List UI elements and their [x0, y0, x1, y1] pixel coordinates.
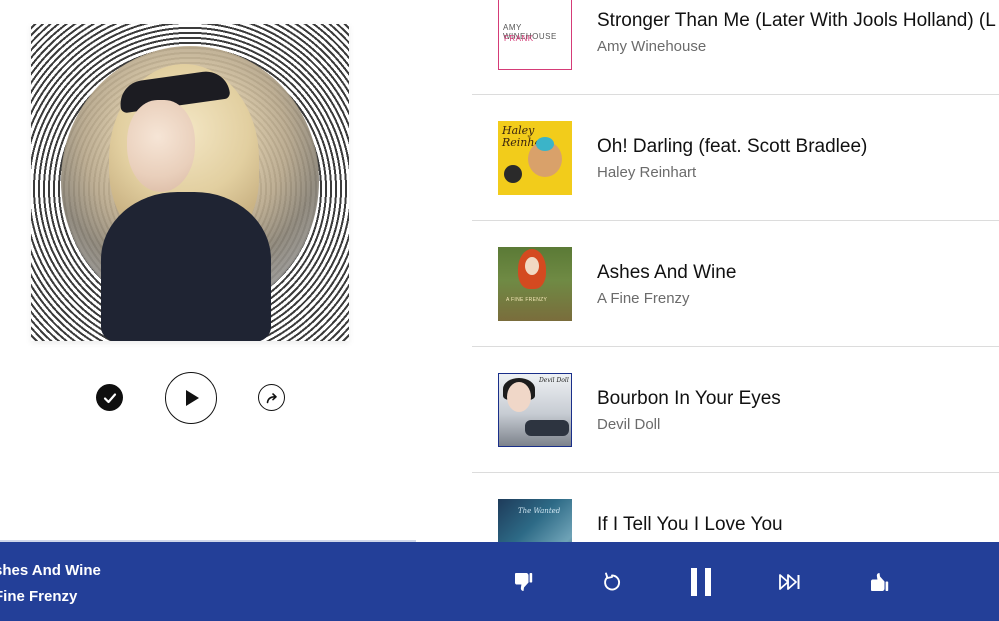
track-title: Stronger Than Me (Later With Jools Holla… — [597, 10, 996, 31]
track-thumbnail: The Wanted — [498, 499, 572, 542]
share-button[interactable] — [258, 384, 285, 411]
share-icon — [266, 392, 277, 403]
album-art-clothing — [101, 192, 271, 341]
added-to-library-button[interactable] — [96, 384, 123, 411]
track-thumbnail: AMY WINEHOUSE FRANK — [498, 0, 572, 70]
now-playing-bar: shes And Wine Fine Frenzy — [0, 542, 999, 621]
skip-next-icon — [779, 574, 800, 590]
track-thumbnail: A FINE FRENZY — [498, 247, 572, 321]
play-button[interactable] — [165, 372, 217, 424]
skip-next-button[interactable] — [777, 570, 803, 594]
track-row[interactable]: The Wanted If I Tell You I Love You — [472, 473, 999, 542]
thumbnail-shape — [504, 165, 522, 183]
thumbs-up-icon — [870, 573, 889, 591]
checkmark-icon — [103, 392, 116, 403]
play-icon — [186, 390, 199, 406]
thumbnail-text: Devil Doll — [539, 377, 569, 384]
replay-button[interactable] — [600, 570, 624, 594]
track-title: Ashes And Wine — [597, 262, 737, 283]
pause-button[interactable] — [686, 566, 716, 598]
thumbs-down-icon — [514, 573, 533, 591]
thumbs-down-button[interactable] — [511, 570, 535, 594]
thumbnail-text: A FINE FRENZY — [506, 297, 548, 303]
track-artist: A Fine Frenzy — [597, 290, 690, 307]
track-row[interactable]: Haley Reinhart Oh! Darling (feat. Scott B… — [472, 95, 999, 221]
track-artist: Haley Reinhart — [597, 164, 697, 181]
track-artist: Devil Doll — [597, 416, 661, 433]
track-artist: Amy Winehouse — [597, 38, 707, 55]
track-list: AMY WINEHOUSE FRANK Stronger Than Me (Lat… — [472, 0, 999, 542]
now-playing-artist[interactable]: Fine Frenzy — [0, 588, 77, 605]
pause-icon — [691, 568, 711, 596]
thumbnail-shape — [536, 137, 554, 151]
track-row[interactable]: A FINE FRENZY Ashes And Wine A Fine Fren… — [472, 221, 999, 347]
thumbnail-shape — [525, 420, 569, 436]
now-playing-title[interactable]: shes And Wine — [0, 562, 101, 579]
thumbnail-subtext: FRANK — [504, 34, 534, 43]
thumbnail-shape — [525, 257, 539, 275]
track-title: If I Tell You I Love You — [597, 514, 783, 535]
album-art-face — [127, 100, 195, 192]
track-title: Bourbon In Your Eyes — [597, 388, 781, 409]
replay-icon — [604, 572, 621, 591]
track-title: Oh! Darling (feat. Scott Bradlee) — [597, 136, 868, 157]
thumbs-up-button[interactable] — [867, 570, 891, 594]
thumbnail-shape — [507, 382, 531, 412]
track-thumbnail: Devil Doll — [498, 373, 572, 447]
track-row[interactable]: AMY WINEHOUSE FRANK Stronger Than Me (Lat… — [472, 0, 999, 95]
music-player-app: AMY WINEHOUSE FRANK Stronger Than Me (Lat… — [0, 0, 999, 621]
thumbnail-text: The Wanted — [518, 507, 561, 515]
album-art — [31, 24, 349, 341]
thumbnail-text-line: AMY — [503, 23, 522, 32]
track-thumbnail: Haley Reinhart — [498, 121, 572, 195]
track-row[interactable]: Devil Doll Bourbon In Your Eyes Devil Do… — [472, 347, 999, 473]
